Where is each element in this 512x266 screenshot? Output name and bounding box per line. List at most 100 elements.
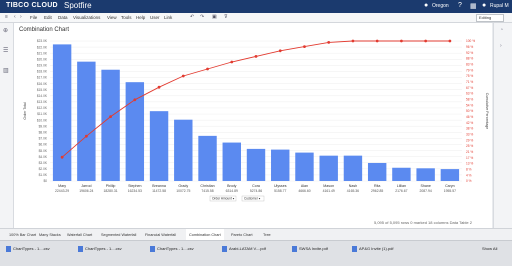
line-point <box>375 39 379 43</box>
back-icon[interactable]: ‹ <box>14 14 16 20</box>
chart-icon[interactable]: ▥ <box>3 67 9 74</box>
menu-view[interactable]: View <box>107 15 117 20</box>
bar <box>174 119 193 181</box>
y-tick-label-left: $10.0K <box>37 118 48 122</box>
y-tick-label-right: 38 % <box>466 127 473 131</box>
y-tick-label-left: $19.0K <box>37 64 48 68</box>
x-tick-label: Jarrod <box>81 184 91 188</box>
bar <box>101 69 120 181</box>
y-tick-label-right: 21 % <box>466 150 473 154</box>
menu-help[interactable]: Help <box>136 15 145 20</box>
add-icon[interactable]: ⊕ <box>3 27 8 34</box>
bar <box>319 155 338 181</box>
menu-bar: ≡ ‹ › File Edit Data Visualizations View… <box>0 13 512 23</box>
line-point <box>448 39 452 43</box>
y-tick-label-right: 46 % <box>466 115 473 119</box>
download-item[interactable]: ChartTypes - 1....csv <box>150 244 194 253</box>
x-tick-label: Cora <box>252 184 260 188</box>
show-all-link[interactable]: Show All <box>482 244 497 253</box>
download-item[interactable]: Arabi-LATAM V....pdf <box>222 244 266 253</box>
y-tick-label-right: 58 % <box>466 98 473 102</box>
bar-value-label: 22443.29 <box>55 189 69 193</box>
file-icon <box>222 245 227 252</box>
forward-icon[interactable]: › <box>20 14 22 20</box>
line-point <box>84 134 88 138</box>
menu-tools[interactable]: Tools <box>121 15 132 20</box>
left-rail: ⊕ ☰ ▥ <box>0 23 14 228</box>
redo-icon[interactable]: ↷ <box>200 14 204 20</box>
x-tick-label: Rita <box>374 184 380 188</box>
menu-link[interactable]: Link <box>164 15 172 20</box>
y-tick-label-right: 0 % <box>466 179 472 183</box>
data-icon[interactable]: ☰ <box>3 47 8 54</box>
product-name: Spotfire <box>64 1 92 10</box>
y-tick-label-right: 4 % <box>466 173 472 177</box>
x-tick-label: Breanna <box>152 184 166 188</box>
line-point <box>278 49 282 53</box>
bar-value-label: 4161.49 <box>323 189 335 193</box>
brand-logo: TIBCO CLOUD <box>6 2 58 9</box>
x-axis-label: Customer ▾ <box>244 197 261 201</box>
y-tick-label-left: $17.0K <box>37 76 48 80</box>
top-bar: TIBCO CLOUD Spotfire ● Oregon ? ▦ ● Rupa… <box>0 0 512 13</box>
line-point <box>327 41 331 44</box>
bar-value-label: 2962.85 <box>371 189 383 193</box>
bar-value-label: 2087.94 <box>420 189 432 193</box>
menu-file[interactable]: File <box>30 15 37 20</box>
file-icon <box>352 245 357 252</box>
menu-icon[interactable]: ≡ <box>5 14 8 20</box>
bar-value-label: 5158.77 <box>274 189 286 193</box>
y-tick-label-left: $20.0K <box>37 57 48 61</box>
y-tick-label-right: 42 % <box>466 121 473 125</box>
x-tick-label: Mary <box>58 184 66 188</box>
y-tick-label-right: 25 % <box>466 144 473 148</box>
y-tick-label-right: 88 % <box>466 57 473 61</box>
save-icon[interactable]: ▣ <box>212 14 217 20</box>
download-item[interactable]: SWSA Invite.pdf <box>292 244 328 253</box>
menu-user[interactable]: User <box>150 15 160 20</box>
x-tick-label: Christian <box>200 184 214 188</box>
collapse-icon[interactable]: › <box>500 43 502 49</box>
line-point <box>254 55 258 58</box>
bar-value-label: 16234.53 <box>128 189 142 193</box>
menu-edit[interactable]: Edit <box>44 15 52 20</box>
bar-value-label: 19606.24 <box>79 189 93 193</box>
x-tick-label: Stephen <box>128 184 141 188</box>
menu-data[interactable]: Data <box>58 15 68 20</box>
bar-value-label: 5274.86 <box>250 189 262 193</box>
location-icon: ● <box>424 2 429 9</box>
download-item[interactable]: ChartTypes - 1....csv <box>6 244 50 253</box>
user-avatar-icon[interactable]: ● <box>482 2 486 9</box>
download-item[interactable]: AP&G Invite (1).pdf <box>352 244 393 253</box>
combination-chart[interactable]: $0 $1.0K $2.0K $3.0K $4.0K $5.0K $6.0K $7.0K $8.… <box>14 23 492 228</box>
y-tick-label-right: 79 % <box>466 68 473 72</box>
line-point <box>351 39 355 43</box>
y-tick-label-right: 96 % <box>466 45 473 49</box>
filter-icon[interactable]: ⊽ <box>224 14 228 20</box>
download-bar: ChartTypes - 1....csv ChartTypes - 1....… <box>0 240 512 266</box>
y-tick-label-left: $7.0K <box>39 137 48 141</box>
y-tick-label-right: 50 % <box>466 109 473 113</box>
undo-icon[interactable]: ↶ <box>190 14 194 20</box>
bar <box>367 162 387 181</box>
bar <box>198 135 217 181</box>
apps-icon[interactable]: ▦ <box>470 2 477 10</box>
y-tick-label-left: $14.0K <box>37 94 48 98</box>
user-name[interactable]: Rupal M <box>490 3 509 9</box>
y-tick-label-left: $6.0K <box>39 143 48 147</box>
help-icon[interactable]: ? <box>458 2 462 9</box>
bar-value-label: 1955.57 <box>444 189 456 193</box>
location-label[interactable]: Oregon <box>432 3 449 9</box>
download-filename: SWSA Invite.pdf <box>299 246 328 251</box>
bar <box>52 44 72 181</box>
y-tick-label-right: 17 % <box>466 156 473 160</box>
mode-dropdown[interactable]: Editing <box>476 14 504 22</box>
line-point <box>181 74 185 78</box>
bar <box>125 82 145 181</box>
file-icon <box>150 245 155 252</box>
line-point <box>157 85 161 89</box>
download-item[interactable]: ChartTypes - 1....csv <box>78 244 122 253</box>
details-icon[interactable]: ◔ <box>500 27 503 33</box>
menu-visualizations[interactable]: Visualizations <box>73 15 100 20</box>
bar-value-label: 10072.75 <box>176 189 190 193</box>
